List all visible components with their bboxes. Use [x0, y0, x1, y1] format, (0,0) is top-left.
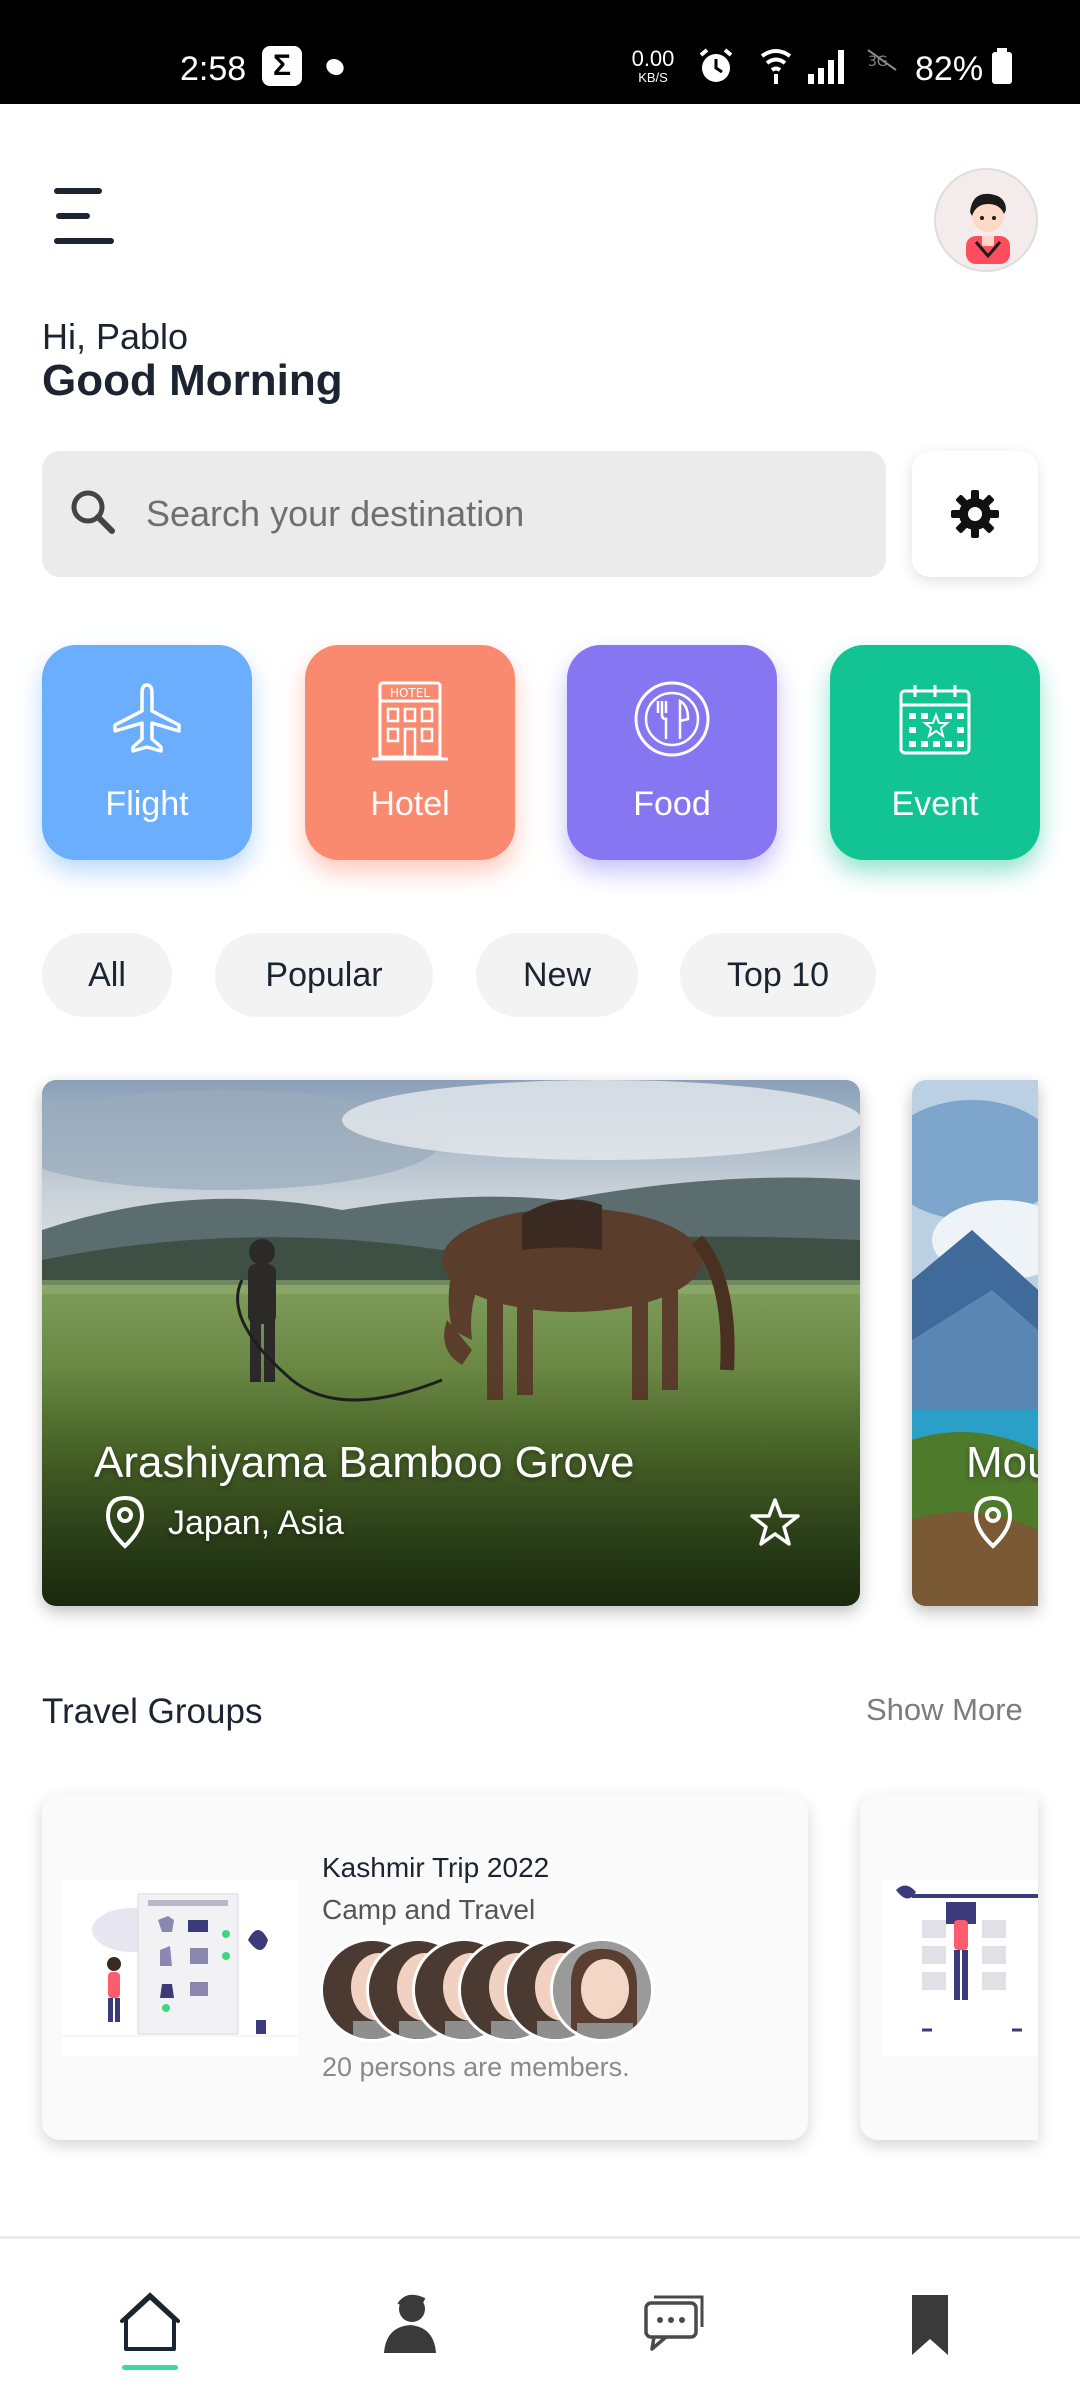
filter-chip-top-10[interactable]: Top 10	[680, 933, 876, 1017]
destination-title: Mou	[966, 1438, 1038, 1487]
star-icon[interactable]	[748, 1496, 802, 1550]
calendar-icon	[899, 685, 971, 755]
location-pin-icon	[973, 1495, 1013, 1549]
nav-profile[interactable]	[370, 2283, 450, 2363]
page-title: Good Morning	[42, 356, 343, 405]
menu-line	[54, 188, 102, 194]
sigma-app-icon: Σ	[262, 46, 302, 86]
filter-chip-popular[interactable]: Popular	[215, 933, 433, 1017]
category-label: Event	[891, 785, 979, 823]
no-sim-icon: 3G	[867, 49, 897, 71]
search-bar[interactable]	[42, 451, 886, 577]
greeting-text: Hi, Pablo	[42, 316, 189, 357]
category-flight[interactable]: Flight	[42, 645, 252, 860]
menu-line	[54, 238, 114, 244]
nav-chat[interactable]	[630, 2283, 710, 2363]
nav-home[interactable]	[110, 2283, 190, 2363]
category-label: Food	[633, 785, 711, 823]
group-name: Kashmir Trip 2022	[322, 1852, 550, 1883]
signal-icon	[808, 50, 844, 84]
menu-line	[56, 213, 90, 219]
notification-dot-icon	[323, 55, 347, 79]
active-tab-indicator	[122, 2365, 178, 2370]
travel-group-card[interactable]: Kashmir Trip 2022 Camp and Travel 20 per…	[42, 1794, 808, 2140]
member-avatar	[550, 1938, 654, 2042]
food-icon	[634, 681, 710, 757]
section-title: Travel Groups	[42, 1692, 263, 1731]
status-time: 2:58	[180, 50, 247, 88]
bookmark-icon	[912, 2295, 948, 2355]
status-bar: 2:58 Σ 0.00 KB/S 3G 82%	[0, 0, 1080, 104]
filter-settings-button[interactable]	[912, 451, 1038, 577]
destination-location: Japan, Asia	[168, 1504, 344, 1542]
hotel-icon: HOTEL	[372, 681, 448, 761]
home-icon	[120, 2292, 180, 2351]
destination-title: Arashiyama Bamboo Grove	[94, 1438, 635, 1487]
member-avatars	[320, 1938, 720, 2042]
network-speed-value: 0.00	[631, 46, 675, 71]
group-members-count: 20 persons are members.	[322, 2052, 630, 2082]
network-speed: 0.00 KB/S	[628, 48, 678, 86]
location-pin-icon	[105, 1495, 145, 1549]
group-subtitle: Camp and Travel	[322, 1894, 536, 1925]
chat-icon	[644, 2295, 704, 2351]
wifi-icon	[760, 49, 792, 84]
user-avatar-icon	[966, 193, 1010, 264]
show-more-link[interactable]: Show More	[866, 1692, 1023, 1728]
alarm-icon	[699, 48, 733, 82]
travel-group-card[interactable]	[860, 1794, 1038, 2140]
battery-percent: 82%	[915, 50, 984, 88]
destination-card[interactable]: Arashiyama Bamboo Grove Japan, Asia	[42, 1080, 860, 1606]
destination-card[interactable]: Mou	[912, 1080, 1038, 1606]
battery-icon	[992, 48, 1012, 84]
profile-icon	[384, 2294, 436, 2353]
category-label: Flight	[105, 785, 189, 823]
search-icon	[71, 490, 115, 534]
network-speed-unit: KB/S	[638, 70, 668, 85]
airplane-icon	[113, 683, 181, 753]
nav-bookmark[interactable]	[890, 2283, 970, 2363]
category-food[interactable]: Food	[567, 645, 777, 860]
search-input[interactable]	[146, 479, 846, 549]
filter-chip-all[interactable]: All	[42, 933, 172, 1017]
filter-chip-new[interactable]: New	[476, 933, 638, 1017]
bottom-navigation	[0, 2236, 1080, 2400]
group-illustration	[882, 1880, 1038, 2056]
destination-photo	[42, 1080, 860, 1606]
group-illustration	[62, 1880, 298, 2056]
category-label: Hotel	[370, 785, 450, 823]
avatar[interactable]	[934, 168, 1038, 272]
menu-button[interactable]	[46, 180, 118, 252]
category-event[interactable]: Event	[830, 645, 1040, 860]
category-hotel[interactable]: HOTEL Hotel	[305, 645, 515, 860]
gear-icon	[951, 490, 999, 538]
svg-text:HOTEL: HOTEL	[390, 686, 430, 700]
